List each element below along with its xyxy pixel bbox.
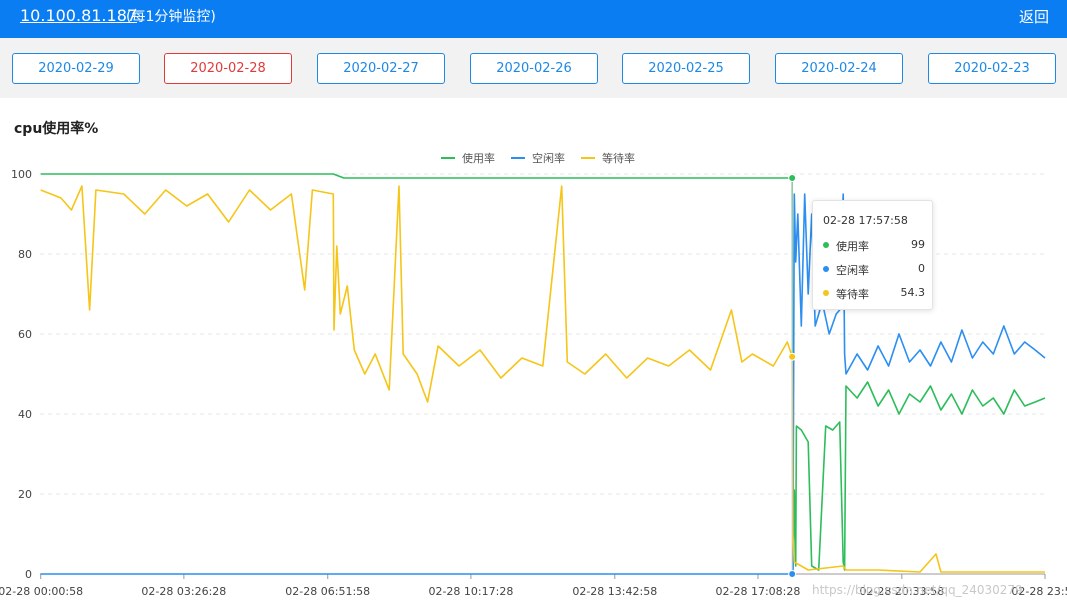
tooltip-dot-wait <box>823 290 829 296</box>
y-tick-label-20: 20 <box>18 488 32 501</box>
y-tick-label-100: 100 <box>11 168 32 181</box>
watermark-text: https://blog.csdn.net/qq_24030279 <box>812 583 1023 597</box>
tooltip-name-idle: 空闲率 <box>836 264 869 277</box>
y-tick-label-60: 60 <box>18 328 32 341</box>
tooltip-value-used: 99 <box>911 238 925 251</box>
tooltip-row-used: 使用率 99 <box>823 238 925 253</box>
tooltip-value-wait: 54.3 <box>900 286 926 299</box>
hover-point-used <box>788 174 797 182</box>
tooltip-name-wait: 等待率 <box>836 288 869 301</box>
tooltip-value-idle: 0 <box>918 262 925 275</box>
tooltip-name-used: 使用率 <box>836 240 869 253</box>
legend-label-wait: 等待率 <box>602 151 635 165</box>
y-tick-label-0: 0 <box>25 568 32 581</box>
x-tick-label-4: 02-28 13:42:58 <box>572 585 657 598</box>
tooltip-dot-idle <box>823 266 829 272</box>
legend-label-used: 使用率 <box>462 151 495 165</box>
tooltip-row-idle: 空闲率 0 <box>823 262 925 277</box>
x-tick-label-0: 02-28 00:00:58 <box>0 585 83 598</box>
hover-point-wait <box>788 352 797 361</box>
hover-point-idle <box>788 570 797 578</box>
x-tick-label-2: 02-28 06:51:58 <box>285 585 370 598</box>
chart-tooltip: 02-28 17:57:58 使用率 99 空闲率 0 等待率 54.3 <box>812 200 933 310</box>
tooltip-time: 02-28 17:57:58 <box>823 214 908 227</box>
y-tick-label-80: 80 <box>18 248 32 261</box>
legend: 使用率 空闲率 等待率 <box>441 151 635 165</box>
x-tick-label-5: 02-28 17:08:28 <box>716 585 801 598</box>
tooltip-row-wait: 等待率 54.3 <box>823 286 926 301</box>
y-tick-label-40: 40 <box>18 408 32 421</box>
legend-label-idle: 空闲率 <box>532 151 565 165</box>
x-tick-label-1: 02-28 03:26:28 <box>141 585 226 598</box>
tooltip-dot-used <box>823 242 829 248</box>
x-tick-label-3: 02-28 10:17:28 <box>428 585 513 598</box>
